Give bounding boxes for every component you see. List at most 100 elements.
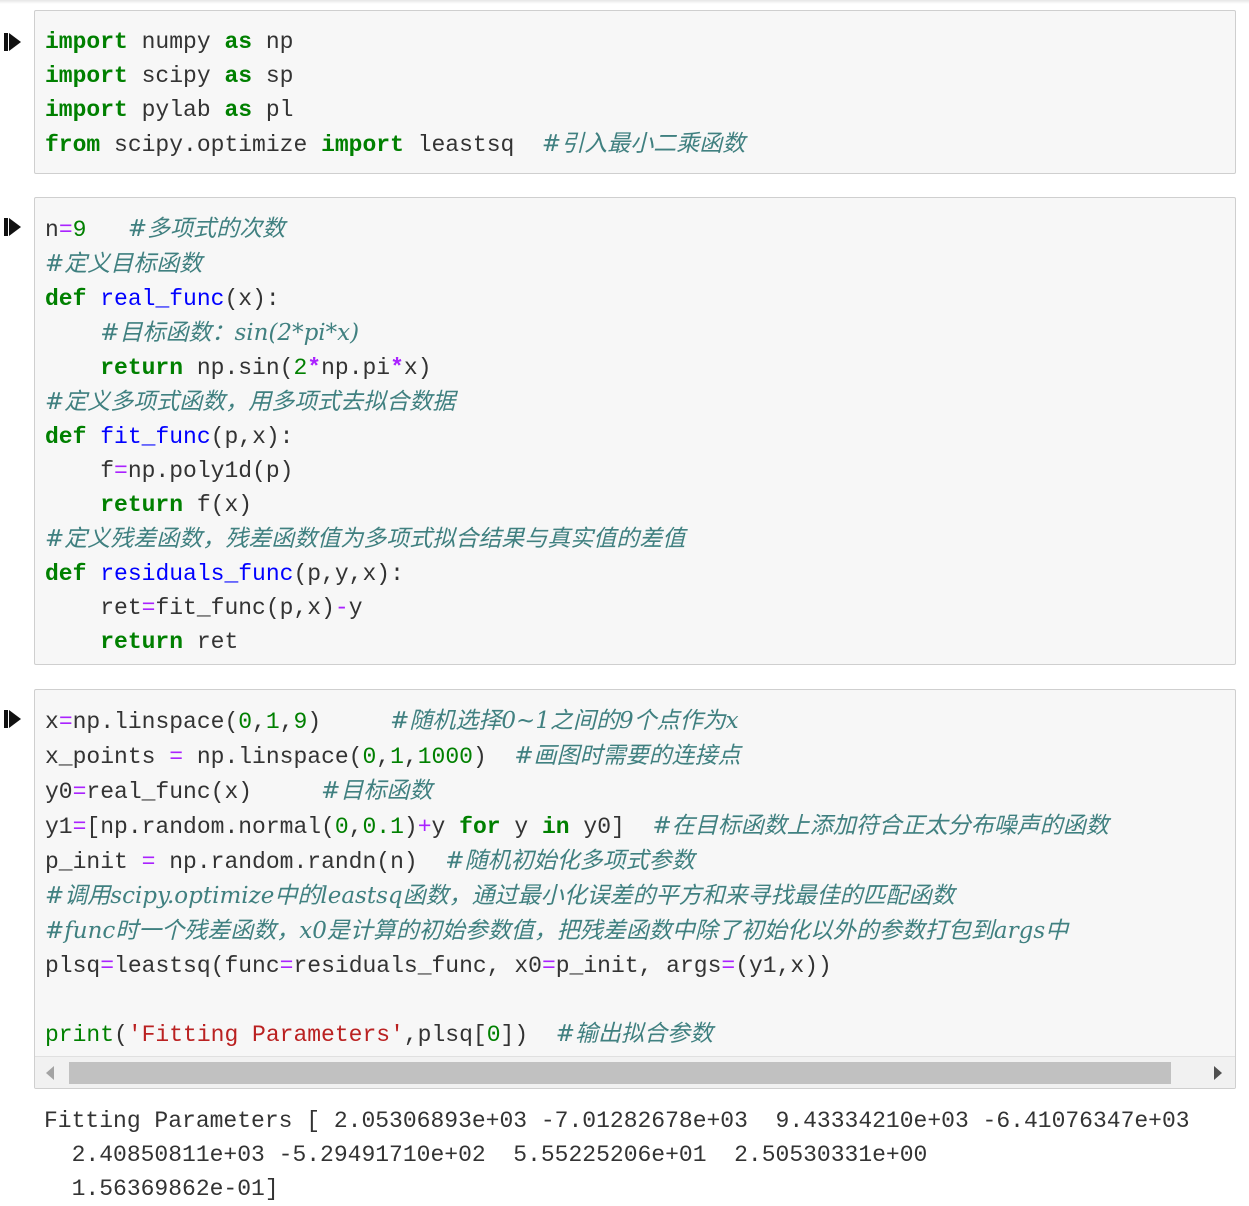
code-token: return <box>100 629 184 655</box>
code-token: (p,x): <box>210 424 294 450</box>
code-token: + <box>417 814 432 840</box>
code-token: np.poly1d(p) <box>127 458 294 484</box>
code-token: from <box>45 132 101 158</box>
code-token: sp <box>252 63 294 89</box>
code-text[interactable]: x=np.linspace(0,1,9) #随机选择0~1之间的9个点作为x x… <box>45 704 1109 1052</box>
code-line: print('Fitting Parameters',plsq[0]) #输出拟… <box>45 1021 714 1048</box>
run-cell-icon[interactable] <box>4 709 22 729</box>
code-line: def residuals_func(p,y,x): <box>45 561 404 587</box>
code-token: = <box>72 814 87 840</box>
code-token: y <box>500 814 542 840</box>
cell-output-text: Fitting Parameters [ 2.05306893e+03 -7.0… <box>44 1108 1190 1202</box>
code-line: n=9 #多项式的次数 <box>45 216 286 243</box>
code-token: as <box>224 29 253 55</box>
code-token: #输出拟合参数 <box>555 1021 714 1047</box>
code-token: in <box>542 814 570 840</box>
code-token: ret <box>45 595 142 621</box>
code-token: , <box>252 709 266 735</box>
code-token: np.sin( <box>183 355 294 381</box>
code-token: = <box>279 953 294 979</box>
scroll-left-icon[interactable] <box>35 1057 67 1088</box>
code-token: 0 <box>334 814 349 840</box>
code-cell-imports[interactable]: import numpy as np import scipy as sp im… <box>0 10 1249 174</box>
code-line: from scipy.optimize import leastsq #引入最小… <box>45 131 745 158</box>
code-token: (x): <box>224 286 280 312</box>
code-token: import <box>45 97 128 123</box>
code-input-area[interactable]: n=9 #多项式的次数 #定义目标函数 def real_func(x): #目… <box>34 197 1236 665</box>
run-cell-icon[interactable] <box>4 32 22 52</box>
code-token: as <box>224 63 253 89</box>
code-line: def fit_func(p,x): <box>45 424 293 450</box>
code-token: ) <box>472 744 515 770</box>
code-line: import pylab as pl <box>45 97 293 123</box>
code-token: = <box>58 217 73 243</box>
code-token: ret <box>183 629 239 655</box>
code-token: import <box>45 29 128 55</box>
code-token: 1 <box>265 709 280 735</box>
code-token: #多项式的次数 <box>127 216 286 242</box>
code-token: = <box>169 744 184 770</box>
code-token: #func时一个残差函数，x0是计算的初始参数值，把残差函数中除了初始化以外的参… <box>45 918 1069 944</box>
code-token: 0 <box>486 1022 501 1048</box>
code-token: 9 <box>293 709 308 735</box>
code-token: = <box>58 709 73 735</box>
code-line: p_init = np.random.randn(n) #随机初始化多项式参数 <box>45 848 695 875</box>
code-token: as <box>224 97 253 123</box>
code-cell-functions[interactable]: n=9 #多项式的次数 #定义目标函数 def real_func(x): #目… <box>0 197 1249 665</box>
code-token: 9 <box>72 217 87 243</box>
code-token: 1 <box>390 744 404 770</box>
code-token: return <box>100 355 184 381</box>
code-token: = <box>721 953 736 979</box>
code-token: #画图时需要的连接点 <box>514 743 741 769</box>
code-line: return f(x) <box>45 492 252 518</box>
code-token: - <box>334 595 349 621</box>
code-token: leastsq(func <box>114 953 280 979</box>
code-token: def <box>45 424 87 450</box>
code-line: return ret <box>45 629 238 655</box>
code-line: #定义目标函数 <box>45 251 202 278</box>
code-token: , <box>348 814 363 840</box>
scroll-right-icon[interactable] <box>1203 1057 1235 1088</box>
code-text[interactable]: n=9 #多项式的次数 #定义目标函数 def real_func(x): #目… <box>45 212 685 659</box>
code-token: 1000 <box>417 744 473 770</box>
code-cell-fitting[interactable]: x=np.linspace(0,1,9) #随机选择0~1之间的9个点作为x x… <box>0 689 1249 1089</box>
code-token: * <box>390 355 404 381</box>
code-token: f(x) <box>183 492 253 518</box>
code-token: y0] <box>569 814 653 840</box>
code-token: 0 <box>362 744 377 770</box>
code-text[interactable]: import numpy as np import scipy as sp im… <box>45 25 745 162</box>
run-cell-icon[interactable] <box>4 217 22 237</box>
code-token: 'Fitting Parameters' <box>127 1022 404 1048</box>
code-token: y <box>348 595 363 621</box>
code-token: ( <box>114 1022 128 1048</box>
code-token: p_init, args <box>555 953 722 979</box>
code-token: plsq <box>45 953 101 979</box>
code-line: import numpy as np <box>45 29 293 55</box>
code-token: return <box>100 492 184 518</box>
code-token: ) <box>307 709 391 735</box>
code-line: x_points = np.linspace(0,1,1000) #画图时需要的… <box>45 743 741 770</box>
code-token: n <box>45 217 59 243</box>
code-token: scipy.optimize <box>100 132 322 158</box>
code-token: = <box>100 953 115 979</box>
code-token: fit_func <box>100 424 211 450</box>
code-input-area[interactable]: import numpy as np import scipy as sp im… <box>34 10 1236 174</box>
code-line: y1=[np.random.normal(0,0.1)+y for y in y… <box>45 813 1109 840</box>
code-input-area[interactable]: x=np.linspace(0,1,9) #随机选择0~1之间的9个点作为x x… <box>34 689 1236 1089</box>
scrollbar-thumb[interactable] <box>69 1062 1171 1084</box>
code-token: np <box>252 29 294 55</box>
code-token: x_points <box>45 744 170 770</box>
horizontal-scrollbar[interactable] <box>35 1056 1235 1088</box>
code-token: y0 <box>45 779 73 805</box>
code-token: np.random.randn(n) <box>155 849 446 875</box>
code-line: ret=fit_func(p,x)-y <box>45 595 363 621</box>
code-line: #func时一个残差函数，x0是计算的初始参数值，把残差函数中除了初始化以外的参… <box>45 918 1069 945</box>
code-line: x=np.linspace(0,1,9) #随机选择0~1之间的9个点作为x <box>45 708 739 735</box>
code-line: #调用scipy.optimize中的leastsq函数，通过最小化误差的平方和… <box>45 883 955 910</box>
code-token: residuals_func, x0 <box>293 953 542 979</box>
code-token: #随机初始化多项式参数 <box>445 848 695 874</box>
